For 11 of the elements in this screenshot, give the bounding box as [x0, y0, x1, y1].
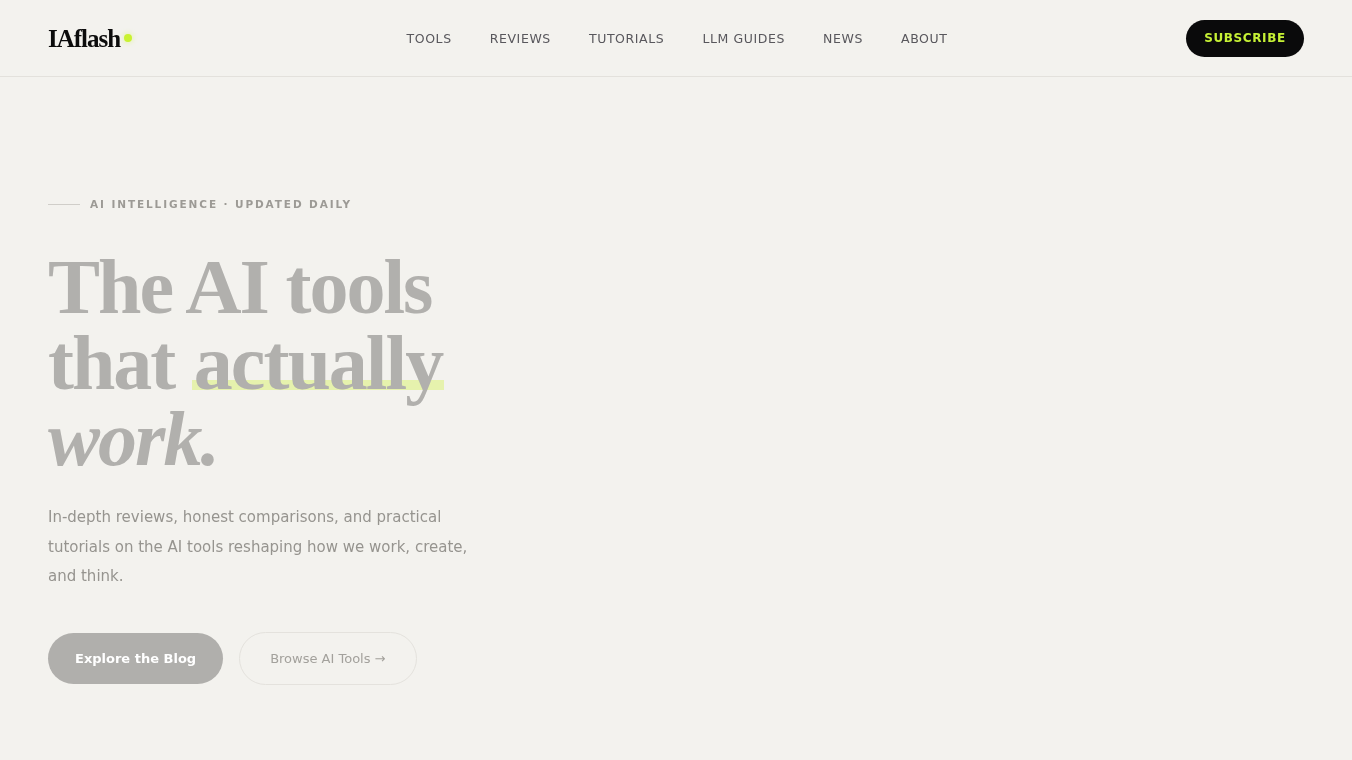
- subscribe-button[interactable]: SUBSCRIBE: [1186, 19, 1304, 57]
- logo[interactable]: IAflash: [48, 25, 121, 51]
- nav-link[interactable]: ABOUT: [901, 30, 948, 46]
- nav-link[interactable]: NEWS: [823, 30, 863, 46]
- nav-link[interactable]: LLM GUIDES: [702, 30, 786, 46]
- dot-icon: [124, 34, 133, 42]
- eyebrow-text: AI INTELLIGENCE · UPDATED DAILY: [90, 197, 353, 211]
- nav-link[interactable]: TOOLS: [406, 30, 452, 46]
- nav-link[interactable]: REVIEWS: [489, 30, 551, 46]
- hero-description: In-depth reviews, honest comparisons, and practical tutorials on the AI tools reshaping how we work, create, and think.: [48, 507, 468, 587]
- nav-link[interactable]: TUTORIALS: [588, 30, 665, 46]
